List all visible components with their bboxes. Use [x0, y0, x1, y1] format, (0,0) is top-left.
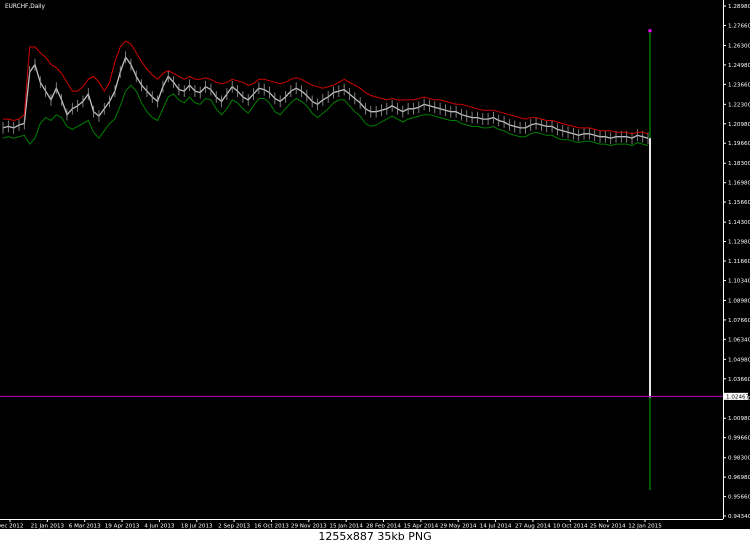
y-tick-label: 1.16980 [728, 181, 750, 187]
y-tick-label: 1.07660 [728, 318, 750, 324]
current-price-label: 1.02467 [726, 394, 750, 400]
chart-window[interactable]: 1.28980 1.27660 1.26300 1.24980 1.23660 1.223… [0, 0, 750, 529]
y-tick-label: 1.08980 [728, 298, 750, 304]
y-tick-label: 0.99660 [728, 436, 750, 442]
y-tick-label: 1.15660 [728, 200, 750, 206]
y-tick-label: 1.22300 [728, 102, 750, 108]
y-tick-label: 1.20980 [728, 122, 750, 128]
y-tick-label: 1.24980 [728, 63, 750, 69]
y-tick-label: 1.03660 [728, 377, 750, 383]
y-tick-label: 1.26300 [728, 43, 750, 49]
y-tick-label: 1.19660 [728, 141, 750, 147]
price-chart[interactable]: 1.28980 1.27660 1.26300 1.24980 1.23660 1.223… [0, 0, 750, 529]
y-tick-label: 1.14300 [728, 220, 750, 226]
y-tick-label: 1.12980 [728, 240, 750, 246]
y-tick-label: 1.04980 [728, 357, 750, 363]
y-tick-label: 1.00980 [728, 416, 750, 422]
y-tick-label: 0.96980 [728, 475, 750, 481]
chart-title: EURCHF,Daily [5, 4, 45, 10]
top-marker [648, 29, 652, 33]
y-tick-label: 1.18300 [728, 161, 750, 167]
y-tick-label: 1.06340 [728, 337, 750, 343]
y-tick-label: 1.23660 [728, 82, 750, 88]
y-tick-label: 1.27660 [728, 23, 750, 29]
y-tick-label: 0.94340 [728, 514, 750, 520]
y-tick-label: 1.10340 [728, 278, 750, 284]
y-tick-label: 0.95660 [728, 495, 750, 501]
y-tick-label: 1.28980 [728, 4, 750, 10]
image-caption: 1255x887 35kb PNG [0, 529, 750, 544]
y-tick-label: 1.11660 [728, 259, 750, 265]
final-candle-body [649, 138, 651, 398]
chart-background [0, 0, 750, 529]
y-tick-label: 0.98300 [728, 456, 750, 462]
